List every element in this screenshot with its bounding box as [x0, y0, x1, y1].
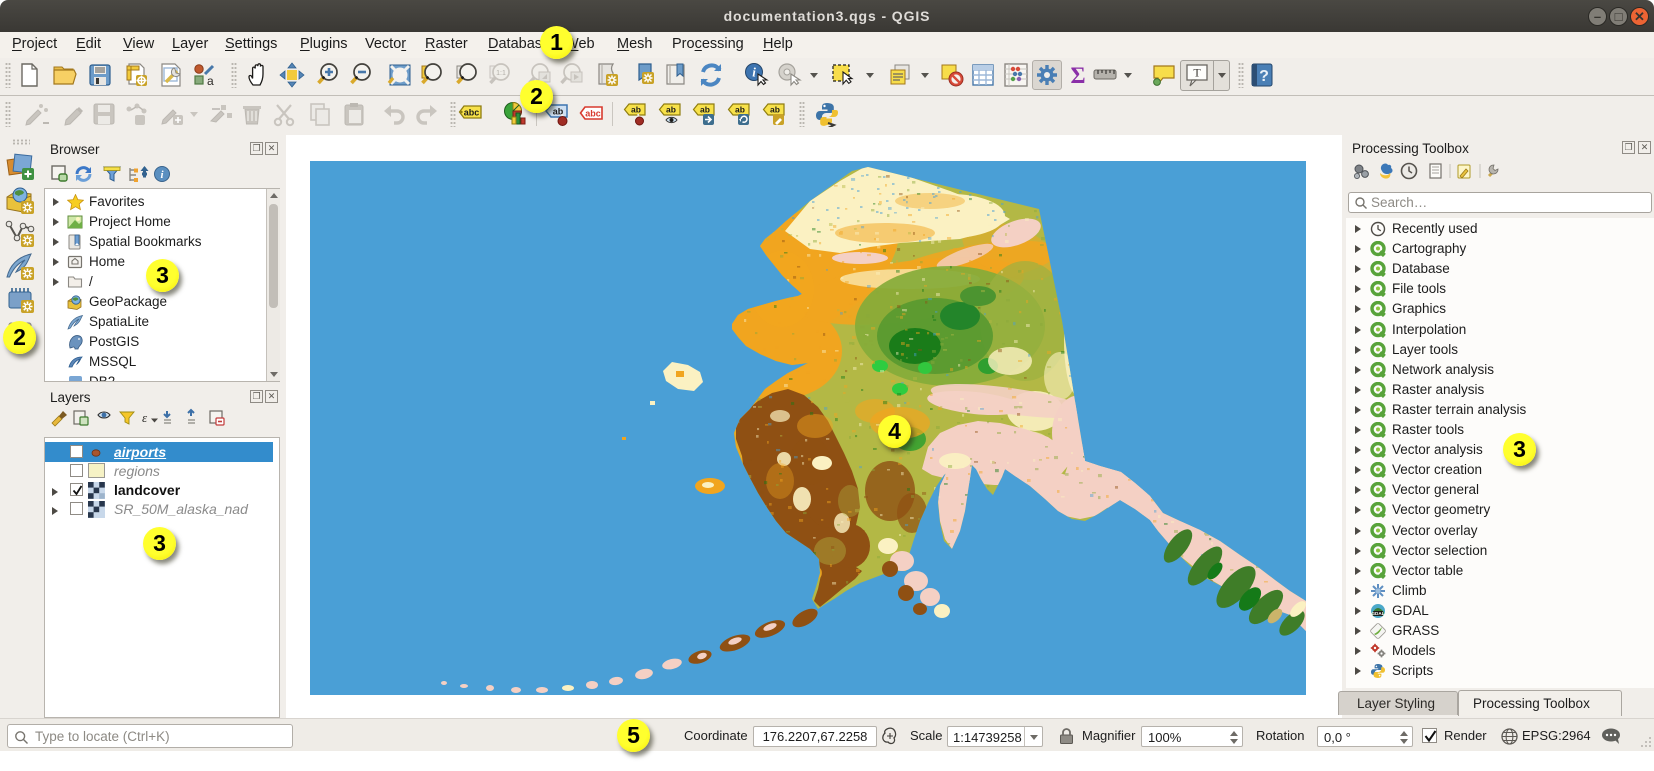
svg-text:a: a	[207, 74, 214, 88]
svg-text:ab: ab	[700, 105, 710, 115]
svg-text:ε: ε	[142, 410, 148, 425]
svg-text:ab: ab	[770, 105, 780, 115]
svg-text:?: ?	[1259, 68, 1269, 85]
svg-text:Σ: Σ	[1070, 63, 1085, 88]
svg-text:abc: abc	[585, 109, 601, 119]
svg-text:i: i	[752, 65, 756, 80]
svg-text:ab: ab	[735, 105, 745, 115]
svg-text:abc: abc	[464, 108, 480, 118]
svg-text:ab: ab	[666, 105, 676, 115]
svg-text:ab: ab	[631, 105, 641, 115]
svg-text:GDAL: GDAL	[1371, 611, 1384, 616]
svg-text:1:1: 1:1	[496, 70, 506, 77]
svg-text:T: T	[1193, 66, 1201, 80]
